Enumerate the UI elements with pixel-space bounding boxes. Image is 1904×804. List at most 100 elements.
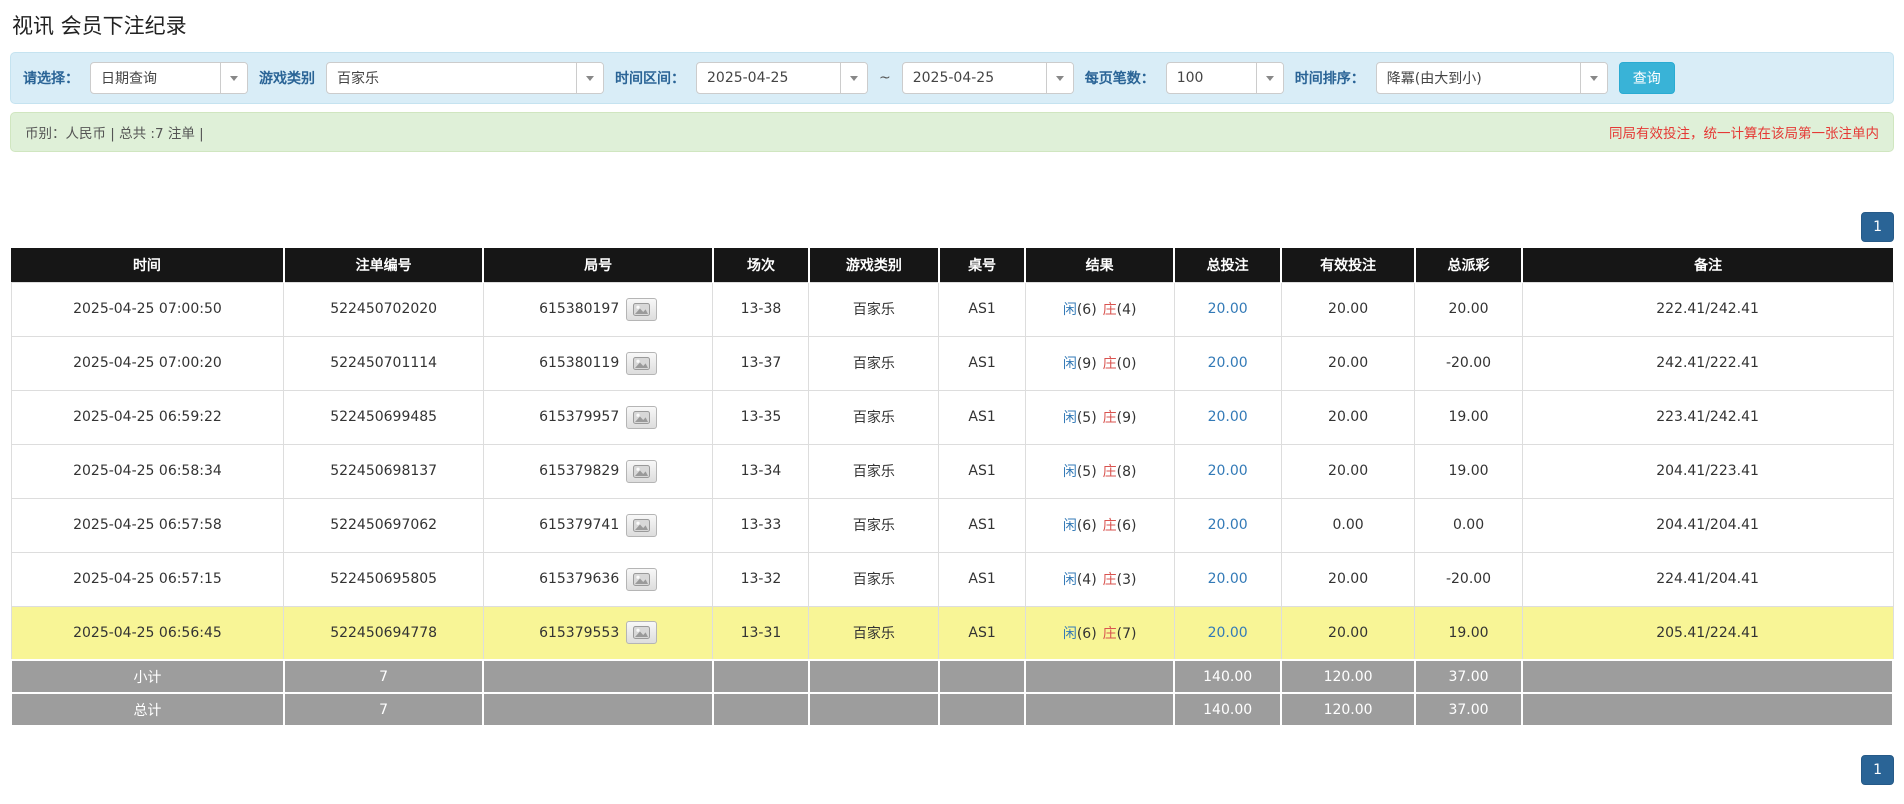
total-bet-link[interactable]: 20.00 [1208, 571, 1248, 587]
cell-game-type: 百家乐 [808, 605, 940, 661]
date-from-select[interactable]: 2025-04-25 [696, 62, 868, 94]
date-to-dropdown-toggle[interactable] [1045, 63, 1073, 93]
table-row: 2025-04-25 06:59:22 522450699485 6153799… [10, 389, 1894, 445]
result-player-label: 闲 [1062, 518, 1077, 535]
table-row: 2025-04-25 06:57:58 522450697062 6153797… [10, 497, 1894, 553]
cell-session: 13-31 [712, 605, 810, 661]
cell-total-bet: 20.00 [1173, 389, 1282, 445]
total-bet-link[interactable]: 20.00 [1208, 625, 1248, 641]
cell-session: 13-32 [712, 551, 810, 607]
cell-valid-bet: 20.00 [1280, 335, 1416, 391]
sort-order-dropdown-toggle[interactable] [1579, 63, 1607, 93]
cell-result: 闲(9) 庄(0) [1024, 335, 1175, 391]
result-player-points: (6) [1076, 625, 1097, 642]
header-table-no: 桌号 [937, 248, 1026, 283]
picture-icon [633, 410, 651, 424]
caret-down-icon [850, 75, 858, 81]
picture-icon [633, 356, 651, 370]
cell-total-bet: 20.00 [1173, 605, 1282, 661]
sort-order-value: 降冪(由大到小) [1386, 71, 1482, 87]
sort-order-select[interactable]: 降冪(由大到小) [1375, 62, 1608, 94]
date-from-dropdown-toggle[interactable] [840, 63, 867, 93]
result-player-points: (9) [1076, 356, 1097, 373]
search-button[interactable]: 查询 [1618, 62, 1675, 94]
cell-result: 闲(5) 庄(9) [1024, 389, 1175, 445]
cell-result: 闲(5) 庄(8) [1024, 443, 1175, 499]
cell-valid-bet: 20.00 [1280, 551, 1416, 607]
page-container: 视讯 会员下注纪录 请选择： 日期查询 游戏类别 百家乐 时间区间： 2025-… [0, 10, 1904, 786]
cell-total-bet: 20.00 [1173, 497, 1282, 553]
table-row-highlighted: 2025-04-25 06:56:45 522450694778 6153795… [10, 605, 1894, 661]
cell-total-bet: 20.00 [1173, 443, 1282, 499]
pagination-page-1-button[interactable]: 1 [1861, 755, 1894, 786]
round-result-image-button[interactable] [626, 513, 658, 537]
cell-remark: 204.41/204.41 [1521, 497, 1894, 553]
empty-cell [1521, 692, 1894, 728]
game-type-select[interactable]: 百家乐 [326, 62, 604, 94]
cell-payout: 19.00 [1414, 443, 1523, 499]
result-banker-label: 庄 [1102, 518, 1117, 535]
page-size-label: 每页笔数： [1084, 71, 1155, 87]
empty-cell [937, 659, 1027, 695]
header-valid-bet: 有效投注 [1280, 248, 1415, 283]
cell-payout: 19.00 [1414, 605, 1523, 661]
cell-game-type: 百家乐 [808, 335, 940, 391]
cell-game-type: 百家乐 [808, 497, 940, 553]
result-banker-points: (0) [1116, 356, 1137, 373]
cell-valid-bet: 20.00 [1280, 389, 1416, 445]
result-player-label: 闲 [1062, 356, 1077, 373]
cell-session: 13-34 [712, 443, 810, 499]
game-type-label: 游戏类别 [259, 71, 315, 87]
cell-remark: 222.41/242.41 [1521, 281, 1894, 337]
cell-valid-bet: 0.00 [1280, 497, 1416, 553]
cell-payout: 0.00 [1414, 497, 1523, 553]
result-banker-label: 庄 [1102, 625, 1117, 642]
header-total-bet: 总投注 [1173, 248, 1282, 283]
round-result-image-button[interactable] [626, 621, 658, 645]
empty-cell [711, 692, 810, 728]
page-size-dropdown-toggle[interactable] [1255, 63, 1283, 93]
cell-table-no: AS1 [938, 605, 1026, 661]
total-bet-link[interactable]: 20.00 [1208, 517, 1248, 533]
round-result-image-button[interactable] [626, 567, 658, 591]
pagination-top: 1 [10, 212, 1894, 243]
empty-cell [711, 659, 810, 695]
result-player-label: 闲 [1062, 464, 1077, 481]
result-player-points: (6) [1076, 302, 1097, 319]
game-type-dropdown-toggle[interactable] [576, 63, 603, 93]
picture-icon [633, 302, 651, 316]
cell-round-id: 615379636 [482, 551, 714, 607]
caret-down-icon [230, 75, 238, 81]
total-bet-link[interactable]: 20.00 [1208, 301, 1248, 317]
query-type-dropdown-toggle[interactable] [220, 63, 247, 93]
date-from-value: 2025-04-25 [707, 70, 789, 86]
header-payout: 总派彩 [1413, 248, 1523, 283]
round-result-image-button[interactable] [626, 351, 658, 375]
result-banker-points: (8) [1116, 464, 1137, 481]
total-bet-link[interactable]: 20.00 [1208, 409, 1248, 425]
cell-round-id: 615380197 [482, 281, 714, 337]
header-remark: 备注 [1521, 248, 1893, 283]
total-bet-link[interactable]: 20.00 [1208, 463, 1248, 479]
total-bet-link[interactable]: 20.00 [1208, 355, 1248, 371]
date-to-select[interactable]: 2025-04-25 [901, 62, 1074, 94]
round-id-text: 615380119 [539, 355, 620, 372]
cell-table-no: AS1 [938, 497, 1026, 553]
round-result-image-button[interactable] [626, 297, 658, 321]
cell-time: 2025-04-25 06:56:45 [10, 605, 285, 661]
result-player-points: (6) [1076, 518, 1097, 535]
cell-valid-bet: 20.00 [1280, 281, 1416, 337]
cell-time: 2025-04-25 06:57:15 [10, 551, 285, 607]
result-banker-points: (6) [1116, 518, 1137, 535]
query-type-select[interactable]: 日期查询 [90, 62, 248, 94]
cell-payout: -20.00 [1414, 335, 1523, 391]
result-banker-label: 庄 [1102, 572, 1117, 589]
cell-result: 闲(6) 庄(7) [1024, 605, 1175, 661]
round-result-image-button[interactable] [626, 405, 658, 429]
page-size-select[interactable]: 100 [1165, 62, 1284, 94]
cell-game-type: 百家乐 [808, 443, 940, 499]
round-result-image-button[interactable] [626, 459, 658, 483]
query-type-value: 日期查询 [101, 71, 157, 87]
pagination-page-1-button[interactable]: 1 [1861, 212, 1894, 243]
picture-icon [633, 572, 651, 586]
